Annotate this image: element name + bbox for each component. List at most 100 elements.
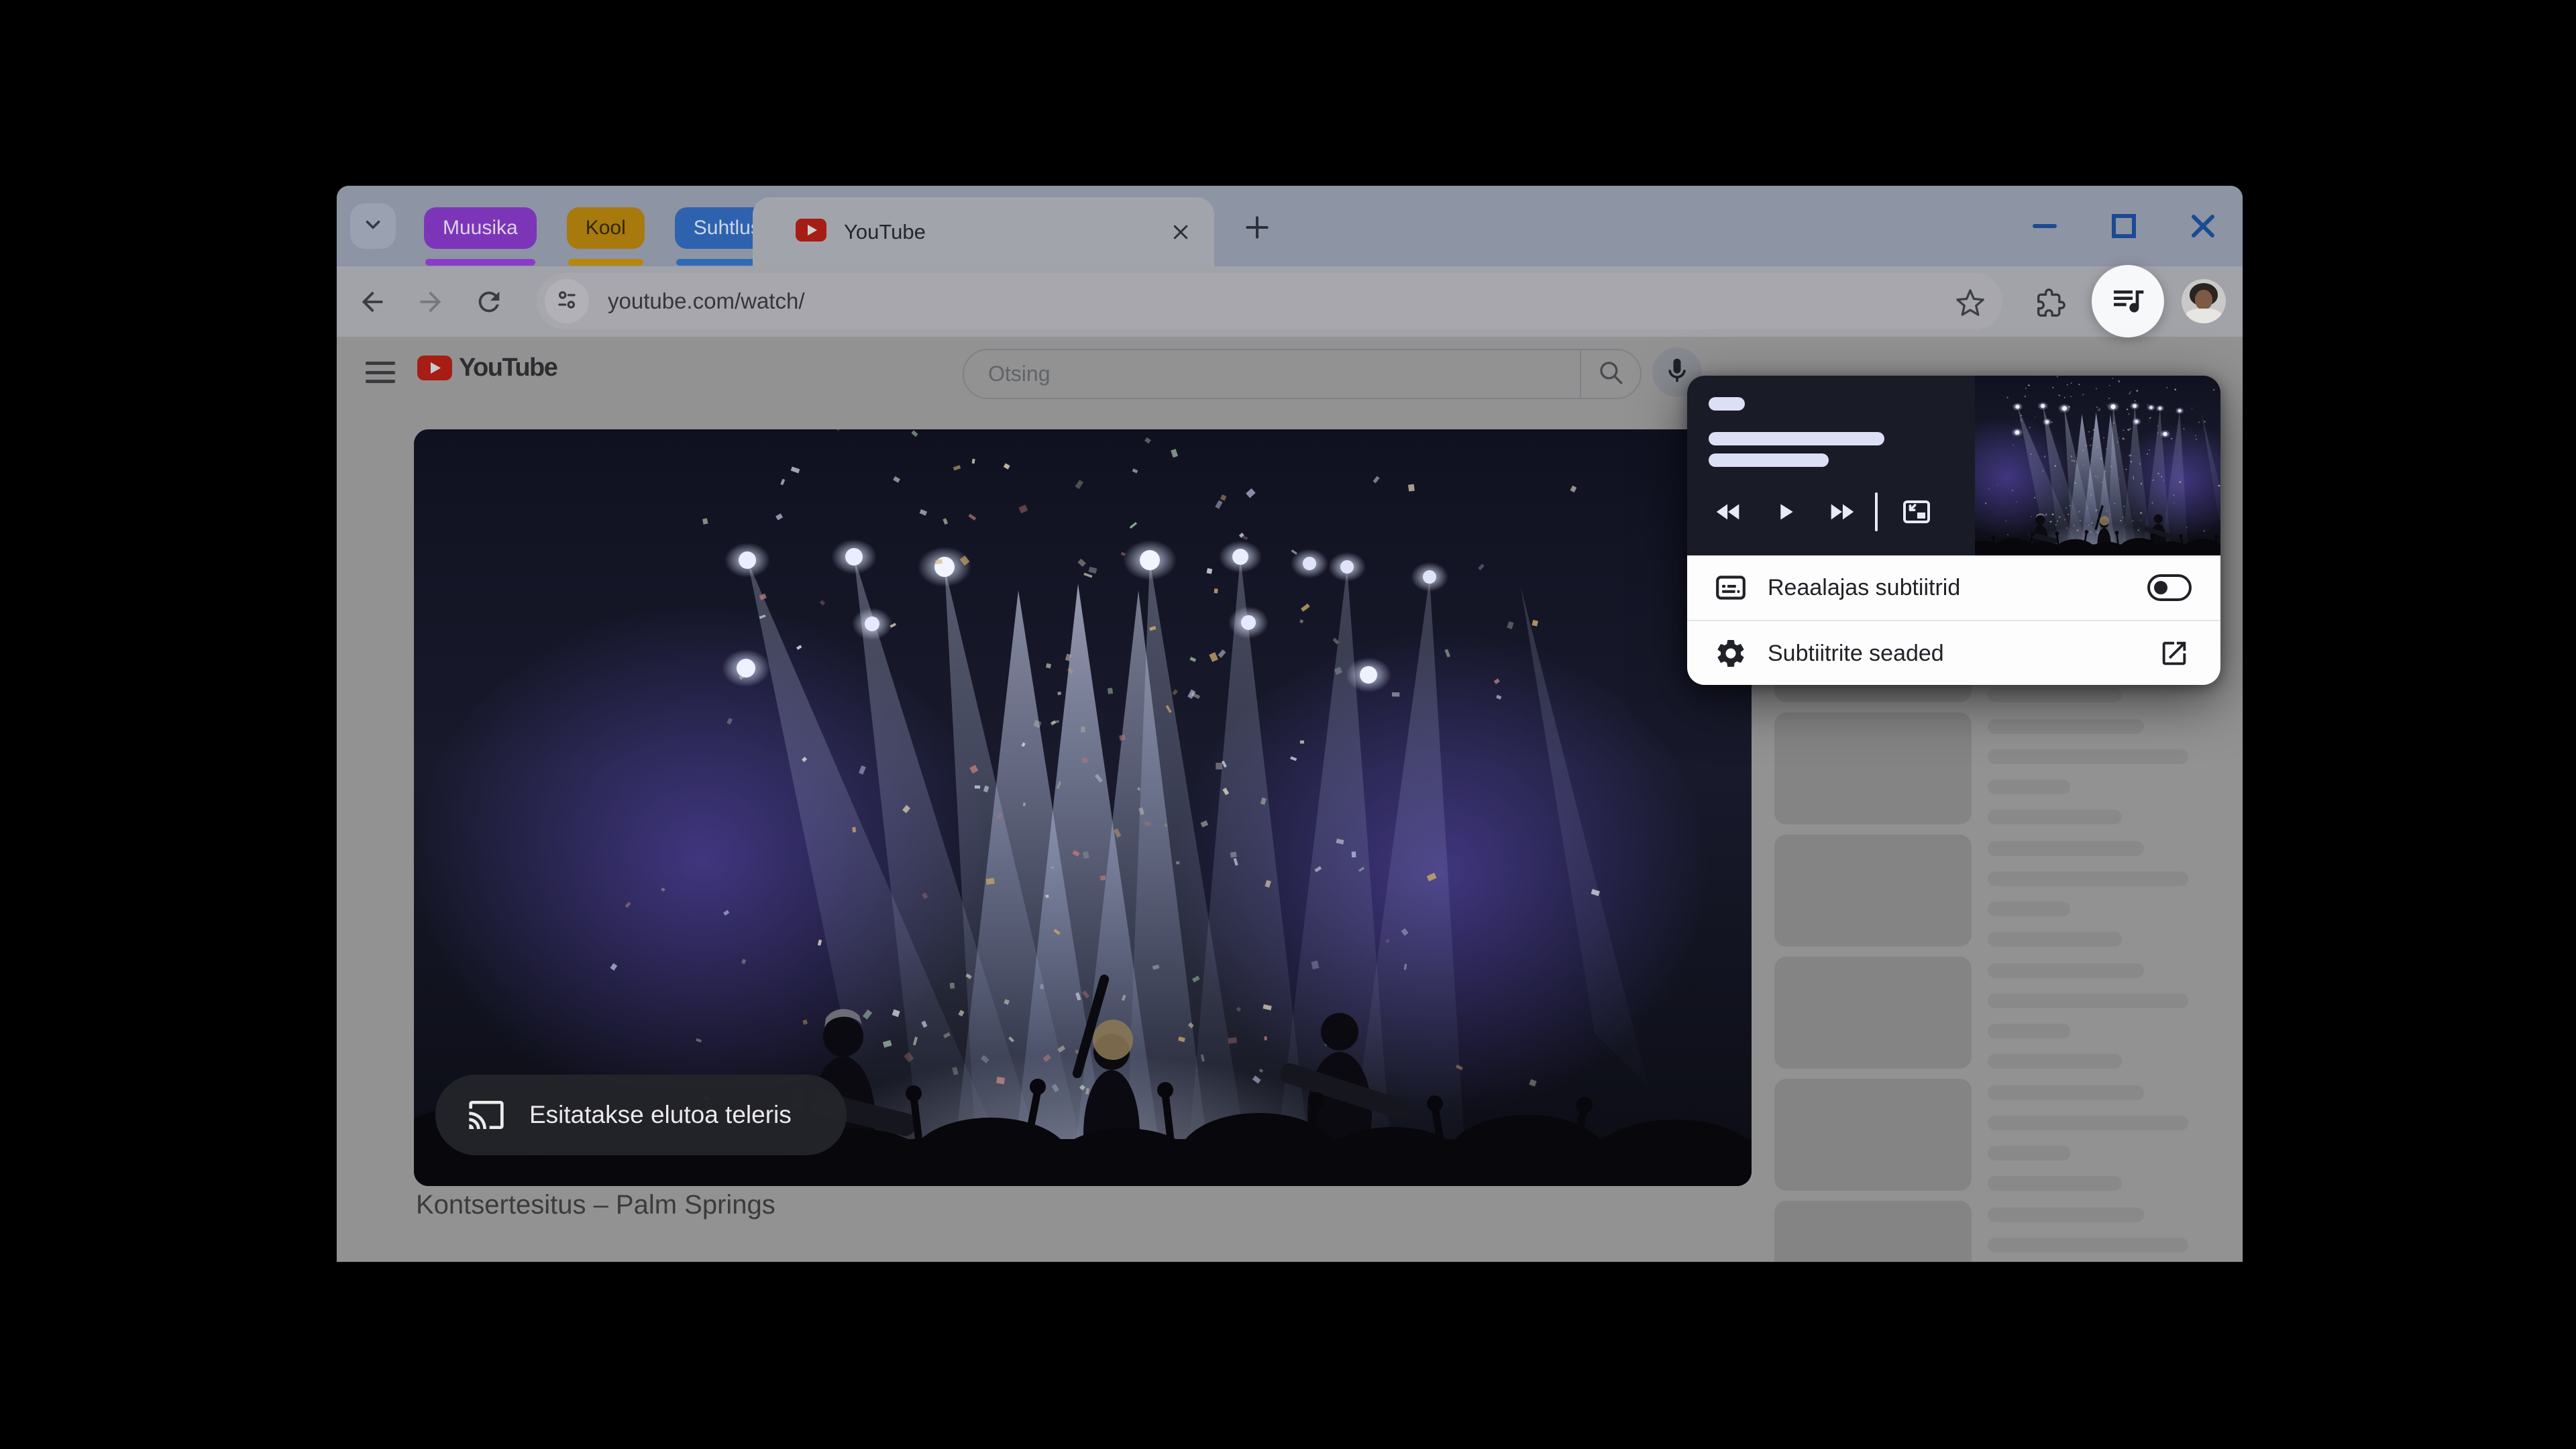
tab-close-icon[interactable] [1167, 219, 1194, 246]
next-track-button[interactable] [1813, 484, 1870, 540]
youtube-logo[interactable]: YouTube [417, 354, 558, 382]
tab-strip: Muusika Kool Suhtlus YouTube [337, 186, 2243, 266]
media-playback-controls [1687, 482, 1945, 542]
tab-title: YouTube [844, 219, 926, 244]
search-input[interactable] [987, 361, 1580, 387]
chevron-down-icon [362, 213, 384, 239]
skeleton-text-line [1988, 1024, 2070, 1038]
open-in-new-icon[interactable] [2159, 638, 2190, 669]
hamburger-menu-button[interactable] [366, 359, 395, 386]
video-title: Kontsertesitus – Palm Springs [416, 1190, 775, 1220]
skeleton-text-line [1988, 994, 2188, 1008]
related-video-skeleton [1774, 712, 2243, 824]
media-controls-button[interactable] [2092, 265, 2164, 337]
skeleton-text-line [1988, 1116, 2188, 1130]
avatar-face [2195, 290, 2212, 310]
site-settings-button[interactable] [545, 279, 589, 323]
skeleton-thumbnail [1774, 712, 1972, 824]
related-video-skeleton [1774, 1079, 2243, 1191]
live-caption-row: Reaalajas subtiitrid [1687, 555, 2220, 620]
live-caption-label: Reaalajas subtiitrid [1768, 574, 1961, 600]
skeleton-text-line [1988, 871, 2188, 886]
profile-avatar[interactable] [2182, 279, 2226, 323]
youtube-logo-text: YouTube [459, 354, 558, 382]
skeleton-text-line [1988, 1146, 2070, 1161]
maximize-button[interactable] [2108, 211, 2139, 241]
tab-search-button[interactable] [350, 203, 396, 249]
back-button[interactable] [357, 286, 388, 317]
skeleton-thumbnail [1774, 1201, 1972, 1262]
controls-divider [1875, 492, 1878, 531]
fast-forward-icon [1831, 504, 1854, 520]
search-box [963, 349, 1642, 399]
picture-in-picture-icon [1903, 500, 1930, 523]
tab-group-chips: Muusika Kool Suhtlus [424, 207, 780, 266]
play-button[interactable] [1757, 484, 1813, 540]
previous-track-button[interactable] [1701, 484, 1757, 540]
tab-group-label: Muusika [443, 217, 518, 239]
youtube-play-icon [417, 356, 452, 380]
media-artist-placeholder [1709, 453, 1829, 467]
media-popup-header [1687, 376, 2220, 555]
live-caption-icon [1714, 571, 1748, 604]
new-tab-button[interactable] [1237, 207, 1277, 248]
skeleton-text-line [1988, 1238, 2188, 1252]
forward-button[interactable] [415, 286, 446, 317]
window-controls [2029, 186, 2218, 266]
minimize-button[interactable] [2029, 211, 2060, 241]
tab-group-label: Suhtlus [693, 217, 761, 239]
skeleton-text-line [1988, 749, 2188, 764]
skeleton-text-line [1988, 1208, 2144, 1222]
video-frame [414, 429, 1752, 1186]
bookmark-button[interactable] [1955, 288, 1986, 319]
avatar-shirt [2186, 309, 2222, 323]
skeleton-text-line [1988, 1054, 2122, 1069]
tune-icon [554, 287, 580, 316]
settings-gear-icon [1714, 637, 1748, 670]
search-button[interactable] [1580, 350, 1640, 398]
media-controls-popup: Reaalajas subtiitrid Subtiitrite seaded [1687, 376, 2220, 685]
skeleton-text-line [1988, 841, 2144, 856]
desktop-background: Muusika Kool Suhtlus YouTube youtube.com… [0, 0, 2576, 1449]
skeleton-text-line [1988, 810, 2122, 824]
related-video-skeleton [1774, 957, 2243, 1069]
skeleton-text-line [1988, 780, 2070, 794]
tab-group-chip-kool[interactable]: Kool [566, 207, 645, 266]
tab-group-label: Kool [585, 217, 626, 239]
tab-group-chip-muusika[interactable]: Muusika [424, 207, 537, 266]
related-video-skeleton [1774, 835, 2243, 947]
rewind-icon [1716, 504, 1739, 520]
browser-window: Muusika Kool Suhtlus YouTube youtube.com… [337, 186, 2243, 1262]
cast-status-chip: Esitatakse elutoa teleris [435, 1075, 847, 1155]
skeleton-thumbnail [1774, 957, 1972, 1069]
toggle-knob [2154, 581, 2167, 594]
media-playlist-icon [2109, 281, 2147, 322]
reload-button[interactable] [474, 286, 504, 317]
skeleton-text-line [1988, 1085, 2144, 1100]
url-text: youtube.com/watch/ [608, 288, 805, 313]
cast-status-label: Esitatakse elutoa teleris [529, 1101, 792, 1128]
video-player[interactable]: Esitatakse elutoa teleris [414, 429, 1752, 1186]
skeleton-text-line [1988, 719, 2144, 734]
close-window-button[interactable] [2188, 211, 2218, 241]
related-video-skeleton [1774, 1201, 2243, 1262]
skeleton-thumbnail [1774, 835, 1972, 947]
live-caption-toggle[interactable] [2147, 574, 2192, 601]
skeleton-text-line [1988, 1176, 2122, 1191]
extensions-button[interactable] [2035, 288, 2066, 319]
picture-in-picture-button[interactable] [1888, 484, 1945, 540]
subtitle-settings-label: Subtiitrite seaded [1768, 640, 1944, 666]
youtube-favicon-icon [796, 219, 826, 245]
mic-icon [1662, 356, 1692, 389]
tab-youtube[interactable]: YouTube [753, 197, 1214, 266]
browser-toolbar: youtube.com/watch/ [337, 265, 2243, 337]
cast-icon [468, 1096, 505, 1134]
media-title-placeholder [1709, 432, 1884, 445]
skeleton-text-line [1988, 963, 2144, 978]
skeleton-text-line [1988, 932, 2122, 947]
skeleton-text-line [1988, 688, 2122, 702]
skeleton-text-line [1988, 902, 2070, 916]
play-icon [1780, 504, 1793, 520]
address-bar[interactable]: youtube.com/watch/ [537, 273, 2002, 329]
subtitle-settings-row[interactable]: Subtiitrite seaded [1687, 621, 2220, 686]
